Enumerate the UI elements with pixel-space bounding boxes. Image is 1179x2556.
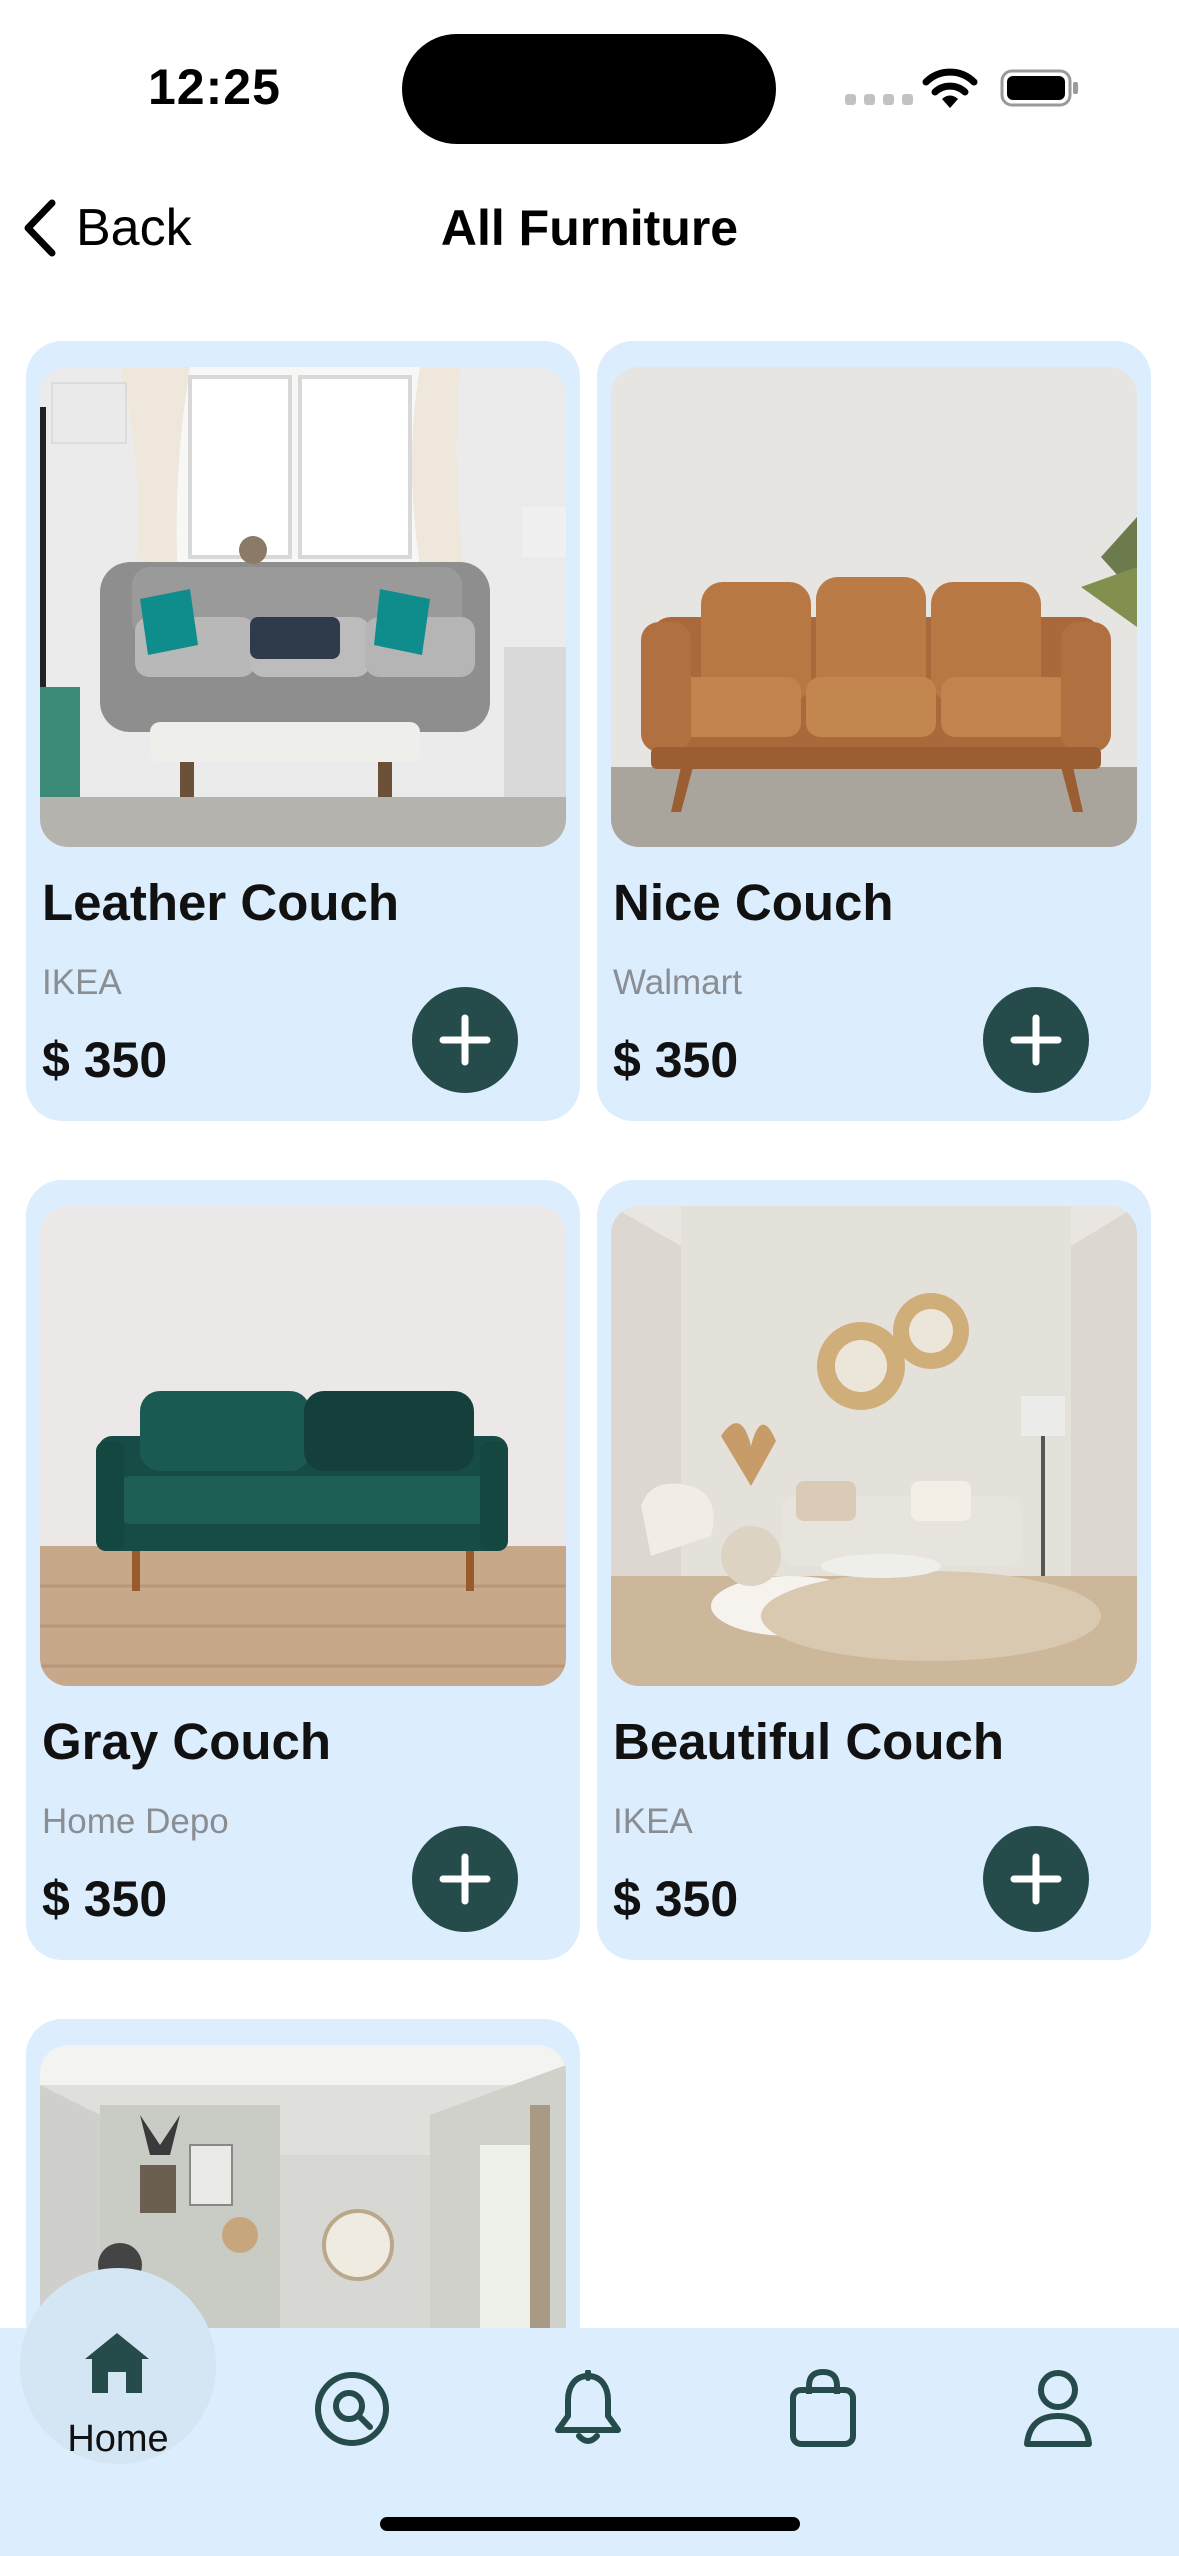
product-brand: Walmart [613,963,742,1002]
product-price: $ 350 [613,1032,739,1088]
cellular-signal-icon [845,94,913,105]
wifi-icon [922,68,978,108]
page-title: All Furniture [440,200,739,256]
plus-icon [439,1853,491,1905]
battery-icon [1000,69,1078,107]
product-price: $ 350 [42,1871,168,1927]
product-card-nice-couch[interactable]: Nice Couch Walmart $ 350 [597,341,1151,1121]
home-icon[interactable] [82,2330,152,2396]
search-icon[interactable] [313,2370,391,2448]
product-image [611,367,1137,847]
product-image [40,367,566,847]
add-to-cart-button[interactable] [983,1826,1089,1932]
product-price: $ 350 [613,1871,739,1927]
add-to-cart-button[interactable] [983,987,1089,1093]
product-image [40,1206,566,1686]
product-image [611,1206,1137,1686]
status-time: 12:25 [148,59,281,115]
product-name: Gray Couch [42,1713,332,1770]
product-name: Nice Couch [613,874,894,931]
product-name: Beautiful Couch [613,1713,1004,1770]
bag-icon[interactable] [789,2368,857,2448]
product-name: Leather Couch [42,874,400,931]
add-to-cart-button[interactable] [412,987,518,1093]
product-brand: Home Depo [42,1802,229,1841]
profile-icon[interactable] [1022,2368,1094,2448]
plus-icon [1010,1853,1062,1905]
product-card-gray-couch[interactable]: Gray Couch Home Depo $ 350 [26,1180,580,1960]
plus-icon [439,1014,491,1066]
product-price: $ 350 [42,1032,168,1088]
plus-icon [1010,1014,1062,1066]
home-indicator [380,2517,800,2531]
bell-icon[interactable] [552,2370,624,2448]
add-to-cart-button[interactable] [412,1826,518,1932]
product-card-leather-couch[interactable]: Leather Couch IKEA $ 350 [26,341,580,1121]
product-brand: IKEA [42,963,122,1002]
tab-home-label: Home [67,2418,169,2460]
product-card-beautiful-couch[interactable]: Beautiful Couch IKEA $ 350 [597,1180,1151,1960]
product-brand: IKEA [613,1802,693,1841]
dynamic-island [402,34,776,144]
